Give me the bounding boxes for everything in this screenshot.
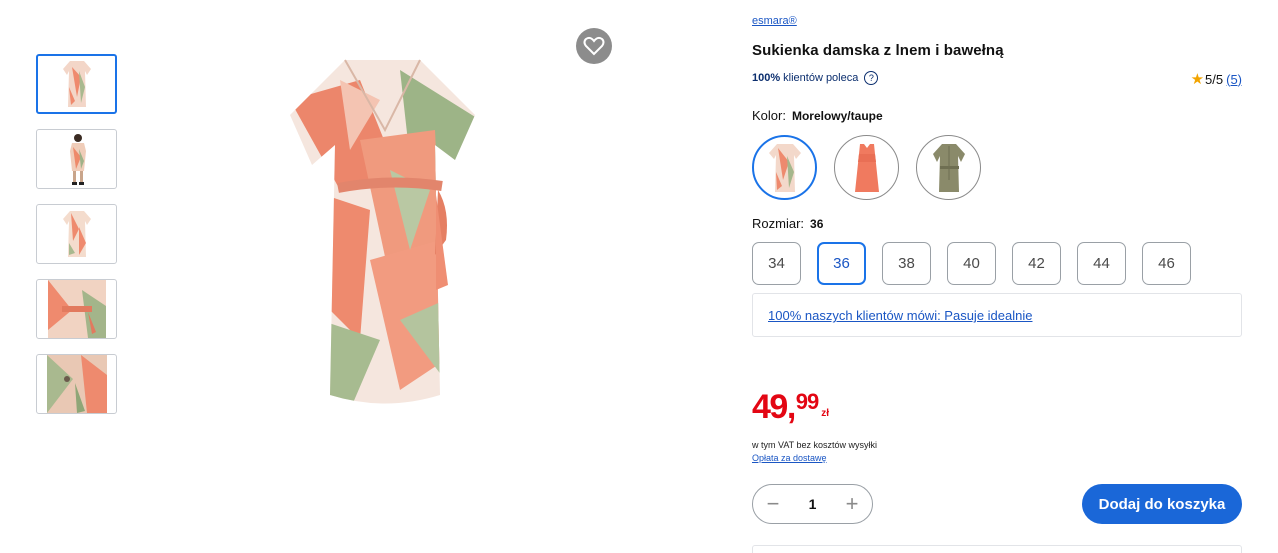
add-to-cart-button[interactable]: Dodaj do koszyka [1082, 484, 1242, 524]
dress-closeup-thumb-icon [46, 355, 107, 413]
size-options: 34 36 38 40 42 44 46 [752, 242, 1207, 285]
recommend-percent: 100% [752, 72, 781, 84]
size-option[interactable]: 46 [1142, 242, 1191, 285]
shipping-cost-link[interactable]: Opłata za dostawę [752, 453, 827, 463]
rating-count-link[interactable]: (5) [1226, 72, 1242, 87]
olive-dress-icon [932, 143, 965, 192]
selected-color: Morelowy/taupe [791, 109, 883, 123]
product-title: Sukienka damska z lnem i bawełną [752, 42, 1004, 59]
size-option[interactable]: 38 [882, 242, 931, 285]
info-icon[interactable]: ? [864, 71, 879, 85]
fit-feedback-link[interactable]: 100% naszych klientów mówi: Pasuje ideal… [768, 308, 1032, 323]
size-label-row: Rozmiar: 36 [752, 216, 823, 231]
thumbnail-2[interactable] [36, 129, 117, 189]
star-icon: ★ [1190, 71, 1205, 88]
model-thumb-icon [69, 134, 86, 185]
dress-detail-thumb-icon [47, 280, 106, 338]
minus-icon[interactable]: − [761, 491, 785, 516]
thumbnail-gallery [36, 54, 117, 429]
size-option[interactable]: 36 [817, 242, 866, 285]
color-label-row: Kolor: Morelowy/taupe [752, 108, 883, 123]
color-swatch-morelowy-taupe[interactable] [752, 135, 817, 200]
rating-summary: ★ 5/5 (5) [1191, 70, 1242, 88]
brand-link[interactable]: esmara® [752, 15, 797, 27]
coral-dress-icon [854, 143, 879, 192]
color-swatches [752, 135, 998, 200]
dress-thumb-icon [62, 61, 91, 107]
color-label: Kolor: [752, 108, 786, 123]
price-currency: zł [821, 408, 830, 419]
plus-icon[interactable]: + [840, 491, 864, 516]
size-option[interactable]: 40 [947, 242, 996, 285]
thumbnail-3[interactable] [36, 204, 117, 264]
recommendation-row: 100% klientów poleca ? [752, 71, 879, 85]
price: 49, 99 zł [752, 388, 830, 426]
main-product-image[interactable] [250, 40, 520, 420]
color-swatch-taupe[interactable] [916, 135, 981, 200]
heart-icon [583, 36, 605, 56]
printed-dress-icon [768, 143, 801, 192]
selected-size: 36 [810, 217, 824, 231]
dress-image-icon [290, 59, 475, 404]
recommend-text: klientów poleca [783, 72, 859, 84]
next-section-box [752, 545, 1242, 553]
rating-value: 5/5 [1205, 71, 1224, 87]
thumbnail-5[interactable] [36, 354, 117, 414]
quantity-input[interactable] [797, 496, 828, 512]
fit-feedback-box: 100% naszych klientów mówi: Pasuje ideal… [752, 293, 1242, 337]
favorite-button[interactable] [576, 28, 612, 64]
vat-note: w tym VAT bez kosztów wysyłki [752, 440, 878, 450]
price-main: 49, [752, 388, 796, 426]
color-swatch-morelowy[interactable] [834, 135, 899, 200]
size-option[interactable]: 34 [752, 242, 801, 285]
dress-back-thumb-icon [62, 211, 91, 257]
size-label: Rozmiar: [752, 216, 805, 231]
size-option[interactable]: 44 [1077, 242, 1126, 285]
thumbnail-4[interactable] [36, 279, 117, 339]
thumbnail-1[interactable] [36, 54, 117, 114]
size-option[interactable]: 42 [1012, 242, 1061, 285]
quantity-stepper: − + [752, 484, 873, 524]
price-decimals: 99 [795, 389, 820, 414]
